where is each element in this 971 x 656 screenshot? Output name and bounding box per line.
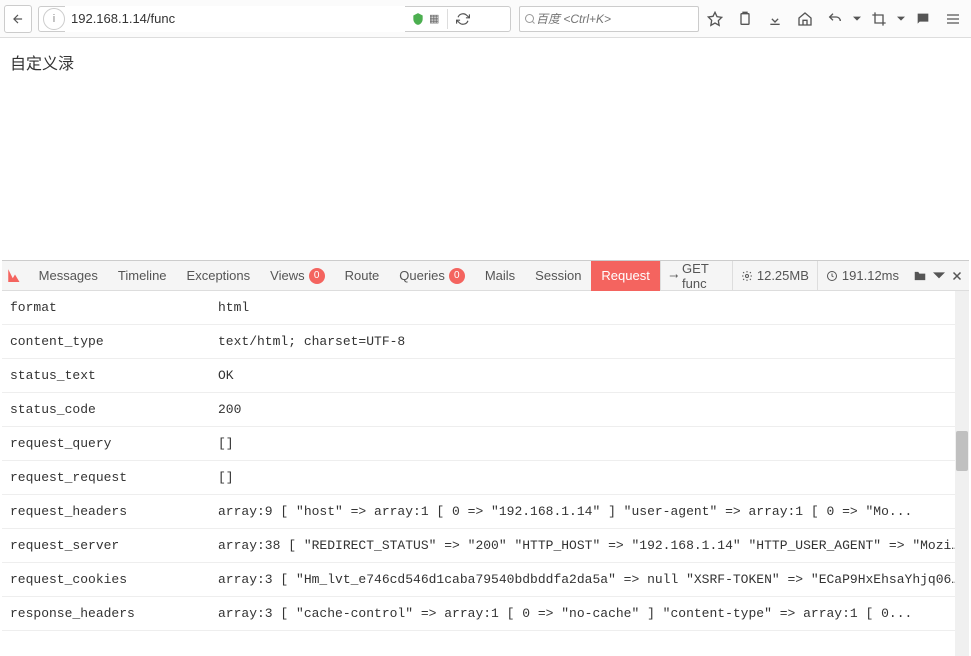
folder-icon[interactable] (913, 269, 927, 283)
page-content: 自定义渌 (0, 38, 971, 86)
debug-val: array:3 [ "cache-control" => array:1 [ 0… (218, 606, 961, 621)
search-input[interactable] (536, 12, 694, 26)
debug-row: status_code200 (2, 393, 969, 427)
debug-row: formathtml (2, 291, 969, 325)
clipboard-icon[interactable] (731, 5, 759, 33)
debug-val: OK (218, 368, 961, 383)
download-icon[interactable] (761, 5, 789, 33)
debug-key: request_headers (10, 504, 218, 519)
laravel-logo-icon[interactable] (2, 262, 29, 290)
views-badge: 0 (309, 268, 325, 284)
scrollbar-thumb[interactable] (956, 431, 968, 471)
cog-icon (741, 270, 753, 282)
info-icon[interactable]: i (43, 8, 65, 30)
clock-icon (826, 270, 838, 282)
tab-views[interactable]: Views0 (260, 261, 334, 291)
debug-key: request_server (10, 538, 218, 553)
stat-memory[interactable]: 12.25MB (732, 261, 817, 291)
debug-row: request_cookiesarray:3 [ "Hm_lvt_e746cd5… (2, 563, 969, 597)
debug-key: status_text (10, 368, 218, 383)
dropdown-icon[interactable] (851, 5, 863, 33)
tab-route[interactable]: Route (335, 261, 390, 291)
tab-messages[interactable]: Messages (29, 261, 108, 291)
debug-key: response_headers (10, 606, 218, 621)
debug-val: html (218, 300, 961, 315)
stat-time[interactable]: 191.12ms (817, 261, 907, 291)
debug-key: format (10, 300, 218, 315)
browser-toolbar: i ▦ (0, 0, 971, 38)
crop-icon[interactable] (865, 5, 893, 33)
tab-exceptions[interactable]: Exceptions (177, 261, 261, 291)
search-box[interactable] (519, 6, 699, 32)
debug-val: array:9 [ "host" => array:1 [ 0 => "192.… (218, 504, 961, 519)
debug-val: [] (218, 470, 961, 485)
debug-key: request_query (10, 436, 218, 451)
arrow-left-icon (11, 12, 25, 26)
debug-row: request_query[] (2, 427, 969, 461)
debug-row: response_headersarray:3 [ "cache-control… (2, 597, 969, 631)
debug-val: [] (218, 436, 961, 451)
debug-key: content_type (10, 334, 218, 349)
debug-row: request_request[] (2, 461, 969, 495)
debug-val: 200 (218, 402, 961, 417)
home-icon[interactable] (791, 5, 819, 33)
url-input[interactable] (65, 6, 405, 32)
undo-icon[interactable] (821, 5, 849, 33)
stat-route[interactable]: GET func (660, 261, 732, 291)
debug-content: formathtmlcontent_typetext/html; charset… (2, 291, 969, 656)
qr-icon[interactable]: ▦ (429, 12, 439, 25)
queries-badge: 0 (449, 268, 465, 284)
debug-val: array:38 [ "REDIRECT_STATUS" => "200" "H… (218, 538, 961, 553)
dropdown-icon-2[interactable] (895, 5, 907, 33)
debug-row: status_textOK (2, 359, 969, 393)
debug-key: status_code (10, 402, 218, 417)
back-button[interactable] (4, 5, 32, 33)
debug-panel: Messages Timeline Exceptions Views0 Rout… (2, 260, 969, 656)
bookmark-star-icon[interactable] (701, 5, 729, 33)
debug-row: request_serverarray:38 [ "REDIRECT_STATU… (2, 529, 969, 563)
debug-val: text/html; charset=UTF-8 (218, 334, 961, 349)
debug-key: request_cookies (10, 572, 218, 587)
url-bar-container: i ▦ (38, 6, 511, 32)
minimize-icon[interactable] (933, 270, 945, 282)
shield-icon[interactable] (411, 12, 425, 26)
debug-row: content_typetext/html; charset=UTF-8 (2, 325, 969, 359)
scrollbar[interactable] (955, 291, 969, 656)
debug-row: request_headersarray:9 [ "host" => array… (2, 495, 969, 529)
tab-request[interactable]: Request (591, 261, 659, 291)
tab-timeline[interactable]: Timeline (108, 261, 177, 291)
menu-icon[interactable] (939, 5, 967, 33)
search-icon (524, 13, 536, 25)
chat-icon[interactable] (909, 5, 937, 33)
close-icon[interactable] (951, 270, 963, 282)
tab-session[interactable]: Session (525, 261, 591, 291)
debug-key: request_request (10, 470, 218, 485)
share-icon (669, 270, 678, 282)
debug-tabs: Messages Timeline Exceptions Views0 Rout… (2, 261, 969, 291)
page-title: 自定义渌 (10, 50, 961, 74)
tab-mails[interactable]: Mails (475, 261, 525, 291)
tab-queries[interactable]: Queries0 (389, 261, 475, 291)
debug-val: array:3 [ "Hm_lvt_e746cd546d1caba79540bd… (218, 572, 961, 587)
reload-icon[interactable] (456, 12, 470, 26)
